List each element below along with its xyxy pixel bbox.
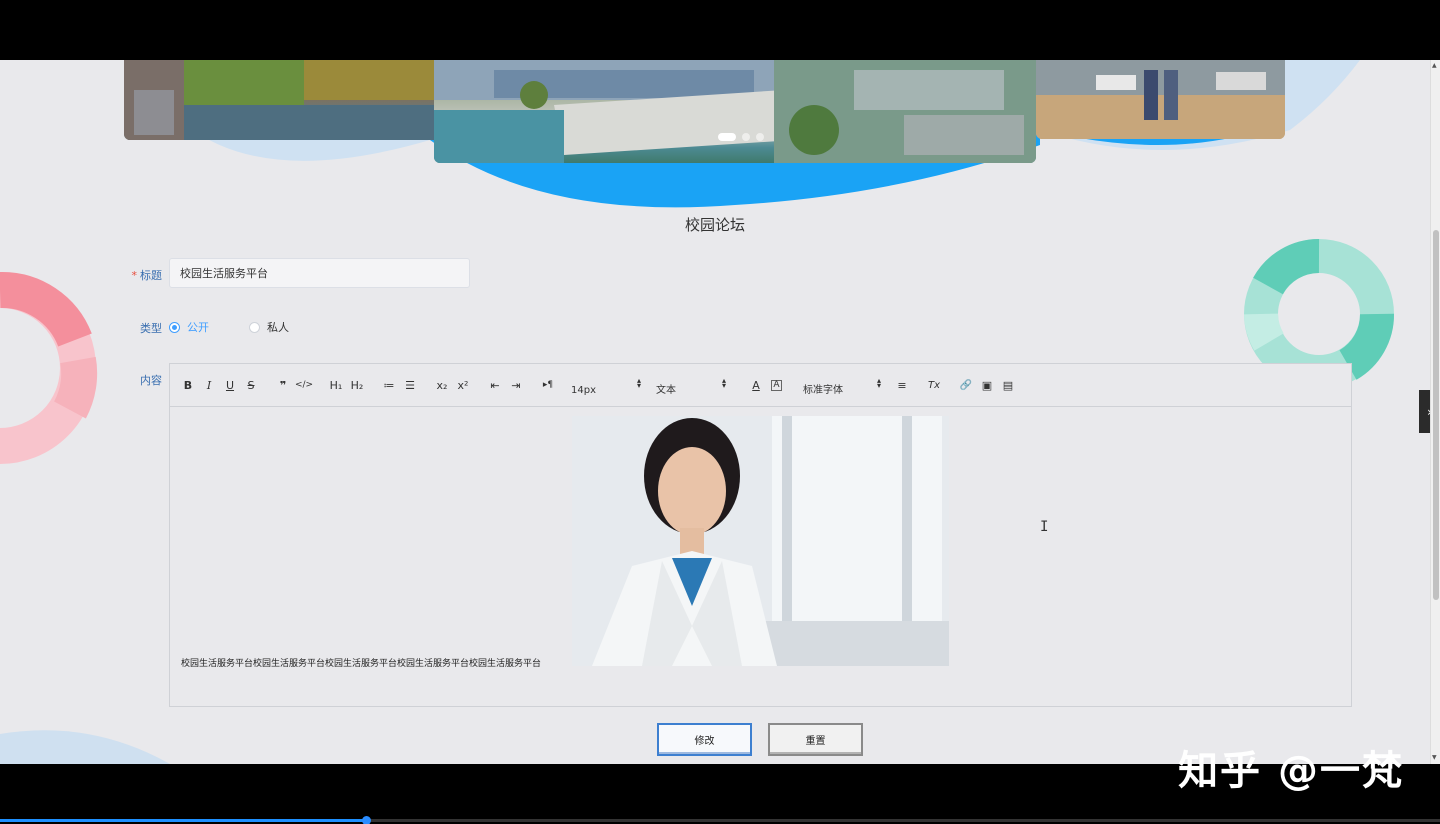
font-size-select[interactable]: 14px ▴ ▾ xyxy=(571,372,641,398)
heading1-button[interactable]: H₁ xyxy=(326,375,346,395)
campus-photo-left xyxy=(124,60,444,140)
align-button[interactable]: ≡ xyxy=(892,375,912,395)
link-button[interactable]: 🔗 xyxy=(956,375,976,395)
radio-public-circle[interactable] xyxy=(169,321,180,333)
ordered-list-button[interactable]: ≔ xyxy=(379,375,399,395)
video-top-letterbox xyxy=(0,0,1440,60)
carousel-indicators xyxy=(718,133,764,141)
radio-private-circle[interactable] xyxy=(249,321,260,333)
select-arrows-icon: ▴ ▾ xyxy=(876,376,881,390)
subscript-button[interactable]: x₂ xyxy=(432,375,452,395)
carousel-dot-3[interactable] xyxy=(756,133,764,141)
editor-content-area[interactable]: 校园生活服务平台校园生活服务平台校园生活服务平台校园生活服务平台校园生活服务平台 xyxy=(170,407,1351,706)
font-family-value: 标准字体 xyxy=(803,385,843,396)
title-label: * 标题 xyxy=(102,267,163,283)
bullet-list-button[interactable]: ☰ xyxy=(400,375,420,395)
image-button[interactable]: ▣ xyxy=(977,375,997,395)
title-label-text: 标题 xyxy=(140,269,162,282)
radio-public-label: 公开 xyxy=(187,321,209,334)
carousel-dot-1[interactable] xyxy=(718,133,736,141)
italic-button[interactable]: I xyxy=(199,375,219,395)
content-label: 内容 xyxy=(140,374,162,387)
indent-button[interactable]: ⇥ xyxy=(506,375,526,395)
embedded-portrait-image[interactable] xyxy=(572,416,949,666)
outdent-button[interactable]: ⇤ xyxy=(485,375,505,395)
strike-button[interactable]: S xyxy=(241,375,261,395)
reset-button[interactable]: 重置 xyxy=(768,723,863,756)
page-title: 校园论坛 xyxy=(684,216,745,234)
clear-format-button[interactable]: Tx xyxy=(924,375,944,395)
video-progress-bar[interactable] xyxy=(0,816,1440,824)
radio-private[interactable]: 私人 xyxy=(249,319,289,335)
select-arrows-icon: ▴ ▾ xyxy=(721,376,726,390)
font-color-button[interactable]: A xyxy=(746,375,766,395)
heading-select[interactable]: 文本 ▴ ▾ xyxy=(656,372,726,398)
video-progress-fill xyxy=(0,819,366,822)
text-direction-button[interactable]: ▸¶ xyxy=(538,375,558,395)
carousel-slide-active[interactable] xyxy=(434,60,1036,163)
zhihu-watermark: 知乎 @一梵 xyxy=(1178,748,1404,794)
text-cursor-icon: I xyxy=(1040,519,1049,535)
campus-photo-right xyxy=(1036,60,1285,139)
submit-button[interactable]: 修改 xyxy=(657,723,752,756)
background-color-button[interactable]: A xyxy=(771,379,782,391)
select-arrows-icon: ▴ ▾ xyxy=(636,376,641,390)
carousel-slide-left[interactable] xyxy=(124,60,444,140)
required-asterisk: * xyxy=(131,269,138,282)
heading2-button[interactable]: H₂ xyxy=(347,375,367,395)
scroll-down-icon[interactable]: ▼ xyxy=(1432,754,1437,761)
radio-private-label: 私人 xyxy=(267,321,289,334)
type-radio-group: 公开 私人 xyxy=(169,319,311,335)
font-family-select[interactable]: 标准字体 ▴ ▾ xyxy=(803,372,881,398)
bold-button[interactable]: B xyxy=(178,375,198,395)
superscript-button[interactable]: x² xyxy=(453,375,473,395)
code-block-button[interactable]: </> xyxy=(294,375,314,395)
editor-toolbar: B I U S ❞ </> H₁ H₂ ≔ ☰ x₂ x² ⇤ ⇥ ▸¶ 14p… xyxy=(170,364,1351,407)
decorative-donut-left xyxy=(0,271,98,464)
font-size-value: 14px xyxy=(571,385,596,396)
heading-value: 文本 xyxy=(656,385,676,396)
scrollbar-thumb[interactable] xyxy=(1433,230,1439,600)
campus-photo-center xyxy=(434,60,1036,163)
type-label: 类型 xyxy=(140,322,162,335)
page-scrollbar[interactable]: ▲ ▼ xyxy=(1430,60,1440,764)
radio-public[interactable]: 公开 xyxy=(169,319,209,335)
footer-wave-decoration xyxy=(0,730,170,764)
editor-body-text: 校园生活服务平台校园生活服务平台校园生活服务平台校园生活服务平台校园生活服务平台 xyxy=(181,659,542,669)
underline-button[interactable]: U xyxy=(220,375,240,395)
video-button[interactable]: ▤ xyxy=(998,375,1018,395)
scroll-up-icon[interactable]: ▲ xyxy=(1432,62,1437,69)
title-input[interactable] xyxy=(169,258,470,288)
browser-viewport: 校园论坛 *标题 类型 公开 私人 内容 B I U S ❞ </ xyxy=(0,60,1440,764)
portrait-illustration xyxy=(572,416,949,666)
carousel-slide-right[interactable] xyxy=(1036,60,1285,139)
video-progress-knob[interactable] xyxy=(361,816,371,824)
blockquote-button[interactable]: ❞ xyxy=(273,375,293,395)
rich-text-editor[interactable]: B I U S ❞ </> H₁ H₂ ≔ ☰ x₂ x² ⇤ ⇥ ▸¶ 14p… xyxy=(169,363,1352,707)
carousel-dot-2[interactable] xyxy=(742,133,750,141)
